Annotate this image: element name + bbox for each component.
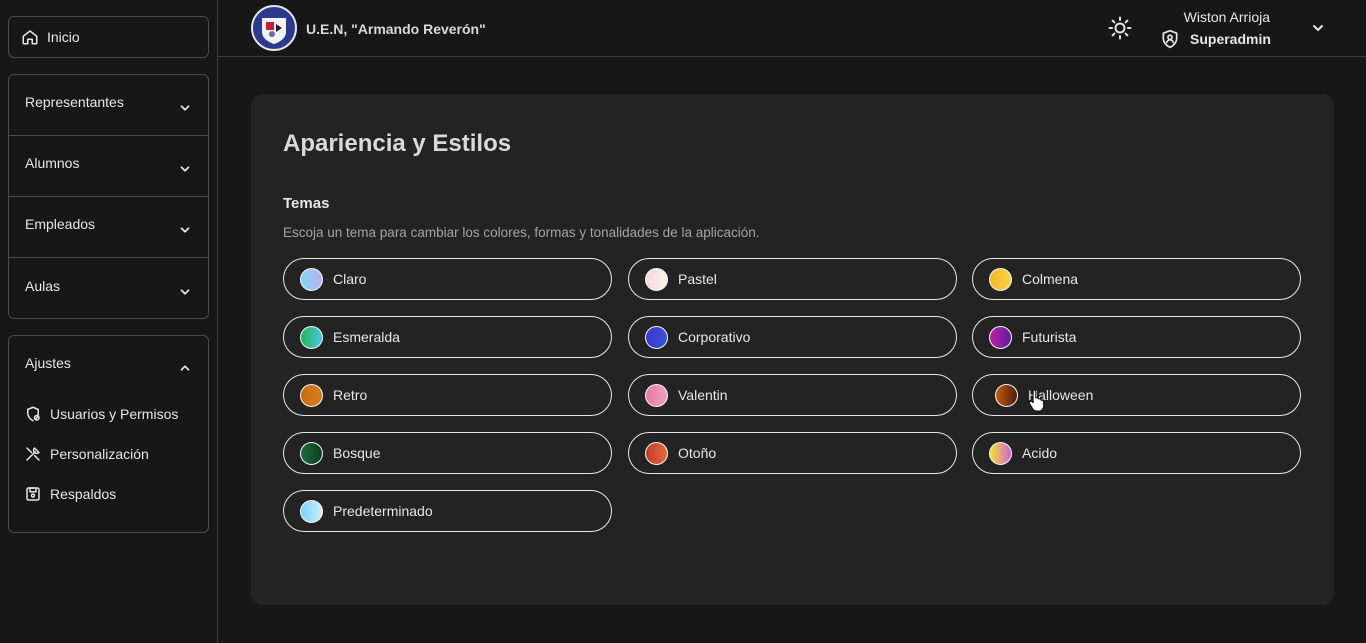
sidebar-item-label: Representantes	[25, 94, 124, 110]
appearance-panel: Apariencia y Estilos Temas Escoja un tem…	[251, 94, 1334, 605]
theme-swatch	[645, 383, 668, 407]
sidebar-item-aulas[interactable]: Aulas	[9, 258, 208, 319]
save-icon	[24, 485, 42, 503]
theme-label: Claro	[333, 271, 367, 287]
chevron-down-icon	[180, 227, 190, 233]
sidebar-subitem-respaldos[interactable]: Respaldos	[9, 474, 208, 514]
sidebar-item-alumnos[interactable]: Alumnos	[9, 136, 208, 197]
theme-swatch	[645, 325, 668, 349]
chevron-down-icon	[180, 288, 190, 295]
page-title: Apariencia y Estilos	[283, 130, 512, 157]
theme-label: Retro	[333, 387, 368, 403]
sidebar-item-representantes[interactable]: Representantes	[9, 75, 208, 136]
theme-swatch	[989, 441, 1012, 465]
theme-label: Otoño	[678, 445, 717, 461]
theme-label: Futurista	[1022, 329, 1077, 345]
theme-swatch	[995, 383, 1018, 407]
theme-label: Colmena	[1022, 271, 1079, 287]
chevron-down-icon	[180, 105, 190, 111]
theme-label: Esmeralda	[333, 329, 400, 345]
school-logo	[251, 5, 297, 51]
theme-label: Predeterminado	[333, 503, 433, 519]
theme-swatch	[989, 267, 1012, 291]
sidebar: Inicio Representantes Alumnos Empleados …	[0, 0, 218, 643]
theme-option-predeterminado[interactable]: Predeterminado	[283, 490, 612, 532]
theme-swatch	[300, 325, 323, 349]
user-menu-chevron-icon[interactable]	[1310, 20, 1326, 36]
theme-option-corporativo[interactable]: Corporativo	[628, 316, 957, 358]
theme-label: Corporativo	[678, 329, 751, 345]
chevron-up-icon	[180, 365, 190, 371]
user-name: Wiston Arrioja	[1183, 9, 1270, 25]
shield-gear-icon	[24, 405, 42, 423]
user-role: Superadmin	[1160, 29, 1271, 49]
theme-option-acido[interactable]: Acido	[972, 432, 1301, 474]
theme-option-claro[interactable]: Claro	[283, 258, 612, 300]
theme-swatch	[300, 441, 323, 465]
chevron-down-icon	[180, 166, 190, 172]
sidebar-item-label: Aulas	[25, 277, 61, 294]
section-description: Escoja un tema para cambiar los colores,…	[283, 225, 760, 240]
section-title: Temas	[283, 195, 330, 212]
theme-toggle-sun-icon[interactable]	[1108, 16, 1132, 40]
theme-swatch	[300, 267, 323, 291]
sidebar-item-inicio[interactable]: Inicio	[8, 16, 209, 58]
sidebar-item-label: Empleados	[25, 216, 96, 232]
theme-option-valentin[interactable]: Valentin	[628, 374, 957, 416]
theme-option-esmeralda[interactable]: Esmeralda	[283, 316, 612, 358]
theme-option-otono[interactable]: Otoño	[628, 432, 957, 474]
theme-label: Halloween	[1028, 387, 1094, 403]
theme-option-bosque[interactable]: Bosque	[283, 432, 612, 474]
theme-option-colmena[interactable]: Colmena	[972, 258, 1301, 300]
theme-label: Pastel	[678, 271, 717, 287]
sidebar-item-label: Ajustes	[25, 355, 71, 371]
sidebar-subitem-personalizacion[interactable]: Personalización	[9, 434, 208, 474]
theme-option-retro[interactable]: Retro	[283, 374, 612, 416]
school-name: U.E.N, "Armando Reverón"	[306, 21, 486, 37]
theme-swatch	[300, 499, 323, 523]
sidebar-item-ajustes[interactable]: Ajustes	[9, 336, 208, 394]
tools-icon	[24, 445, 42, 463]
theme-option-futurista[interactable]: Futurista	[972, 316, 1301, 358]
theme-label: Bosque	[333, 445, 381, 461]
theme-swatch	[645, 441, 668, 465]
theme-swatch	[300, 383, 323, 407]
sidebar-settings-group: Ajustes Usuarios y Permisos Personalizac…	[8, 335, 209, 533]
theme-swatch	[989, 325, 1012, 349]
sidebar-subitem-usuarios-permisos[interactable]: Usuarios y Permisos	[9, 394, 208, 434]
theme-option-halloween[interactable]: Halloween	[972, 374, 1301, 416]
home-icon	[21, 28, 39, 46]
user-role-label: Superadmin	[1190, 31, 1271, 47]
theme-label: Valentin	[678, 387, 728, 403]
theme-option-pastel[interactable]: Pastel	[628, 258, 957, 300]
shield-user-icon	[1162, 29, 1178, 49]
sidebar-item-empleados[interactable]: Empleados	[9, 197, 208, 258]
sidebar-item-label: Alumnos	[25, 155, 80, 171]
theme-swatch	[645, 267, 668, 291]
theme-label: Acido	[1022, 445, 1058, 461]
sidebar-subitem-label: Usuarios y Permisos	[50, 406, 179, 422]
top-header: U.E.N, "Armando Reverón" Wiston Arrioja …	[218, 0, 1366, 57]
sidebar-item-label: Inicio	[47, 29, 80, 45]
sidebar-subitem-label: Respaldos	[50, 486, 117, 502]
sidebar-menu-group: Representantes Alumnos Empleados Aulas	[8, 74, 209, 319]
sidebar-subitem-label: Personalización	[50, 446, 149, 462]
